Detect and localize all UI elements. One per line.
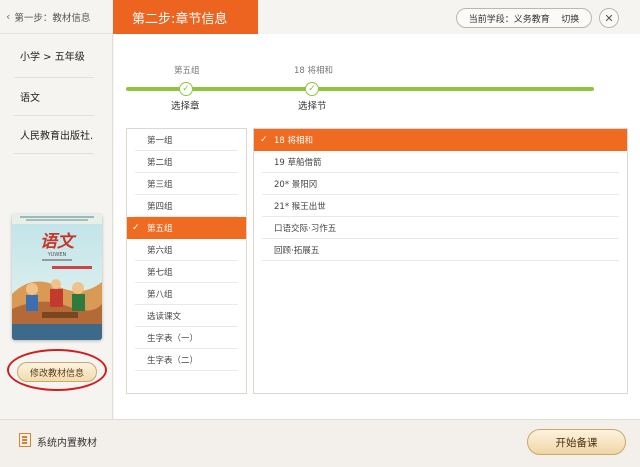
lesson-item-selected[interactable]: ✓ 18 将相和 (254, 129, 627, 151)
step2-title: 第二步:章节信息 (132, 12, 228, 27)
start-lesson-prep-button[interactable]: 开始备课 (527, 429, 626, 455)
group-item-label: 第五组 (147, 224, 173, 234)
lesson-item[interactable]: 20* 景阳冈 (262, 173, 619, 195)
step2-check-icon: ✓ (305, 82, 319, 96)
step1-title: 第一步：教材信息 (14, 12, 91, 24)
step2-arrow (246, 0, 258, 34)
step2-selected: 18 将相和 (294, 66, 334, 76)
modify-textbook-button[interactable]: 修改教材信息 (17, 362, 97, 382)
lesson-item[interactable]: 21* 猴王出世 (262, 195, 619, 217)
group-item[interactable]: 第三组 (135, 173, 238, 195)
subject-item: 语文 (14, 78, 94, 116)
school-stage-label: 当前学段：义务教育 (468, 14, 550, 25)
lesson-list: ✓ 18 将相和 19 草船借箭 20* 景阳冈 21* 猴王出世 口语交际·习作… (253, 128, 628, 394)
lesson-item[interactable]: 口语交际·习作五 (262, 217, 619, 239)
lesson-item-label: 18 将相和 (274, 136, 314, 146)
chevron-left-icon: ‹ (6, 10, 11, 23)
step1-header[interactable]: ‹ 第一步：教材信息 (0, 0, 113, 34)
group-item[interactable]: 第八组 (135, 283, 238, 305)
step2-label: 选择节 (298, 101, 327, 112)
group-list: 第一组 第二组 第三组 第四组 ✓ 第五组 第六组 第七组 第八组 选读课文 生字… (126, 128, 247, 394)
group-item-selected[interactable]: ✓ 第五组 (127, 217, 246, 239)
lesson-item[interactable]: 回顾·拓展五 (262, 239, 619, 261)
group-item[interactable]: 第二组 (135, 151, 238, 173)
group-item[interactable]: 第一组 (135, 129, 238, 151)
builtin-textbook-link[interactable]: 系统内置教材 (37, 434, 97, 449)
school-stage-box: 当前学段：义务教育 切换 (456, 8, 592, 28)
grade-item: 小学 > 五年级 (14, 34, 94, 78)
book-pinyin: YUWEN (47, 252, 67, 258)
step1-check-icon: ✓ (179, 82, 193, 96)
textbook-cover-image: 语文 YUWEN (12, 214, 102, 340)
group-item[interactable]: 第七组 (135, 261, 238, 283)
publisher-item: 人民教育出版社... (14, 116, 94, 154)
group-item[interactable]: 生字表（二） (135, 349, 238, 371)
check-icon: ✓ (132, 223, 140, 233)
step1-selected: 第五组 (174, 66, 200, 76)
progress-line (126, 87, 594, 91)
check-icon: ✓ (260, 135, 268, 145)
switch-stage-link[interactable]: 切换 (561, 12, 579, 25)
app-window: ‹ 第一步：教材信息 小学 > 五年级 语文 人民教育出版社... 语文 YUW… (0, 0, 640, 467)
close-icon[interactable]: ✕ (599, 8, 619, 28)
step1-label: 选择章 (171, 101, 200, 112)
group-item[interactable]: 第四组 (135, 195, 238, 217)
lesson-item[interactable]: 19 草船借箭 (262, 151, 619, 173)
group-item[interactable]: 生字表（一） (135, 327, 238, 349)
book-title: 语文 (40, 232, 77, 252)
book-list-icon (19, 433, 31, 447)
group-item[interactable]: 第六组 (135, 239, 238, 261)
group-item[interactable]: 选读课文 (135, 305, 238, 327)
